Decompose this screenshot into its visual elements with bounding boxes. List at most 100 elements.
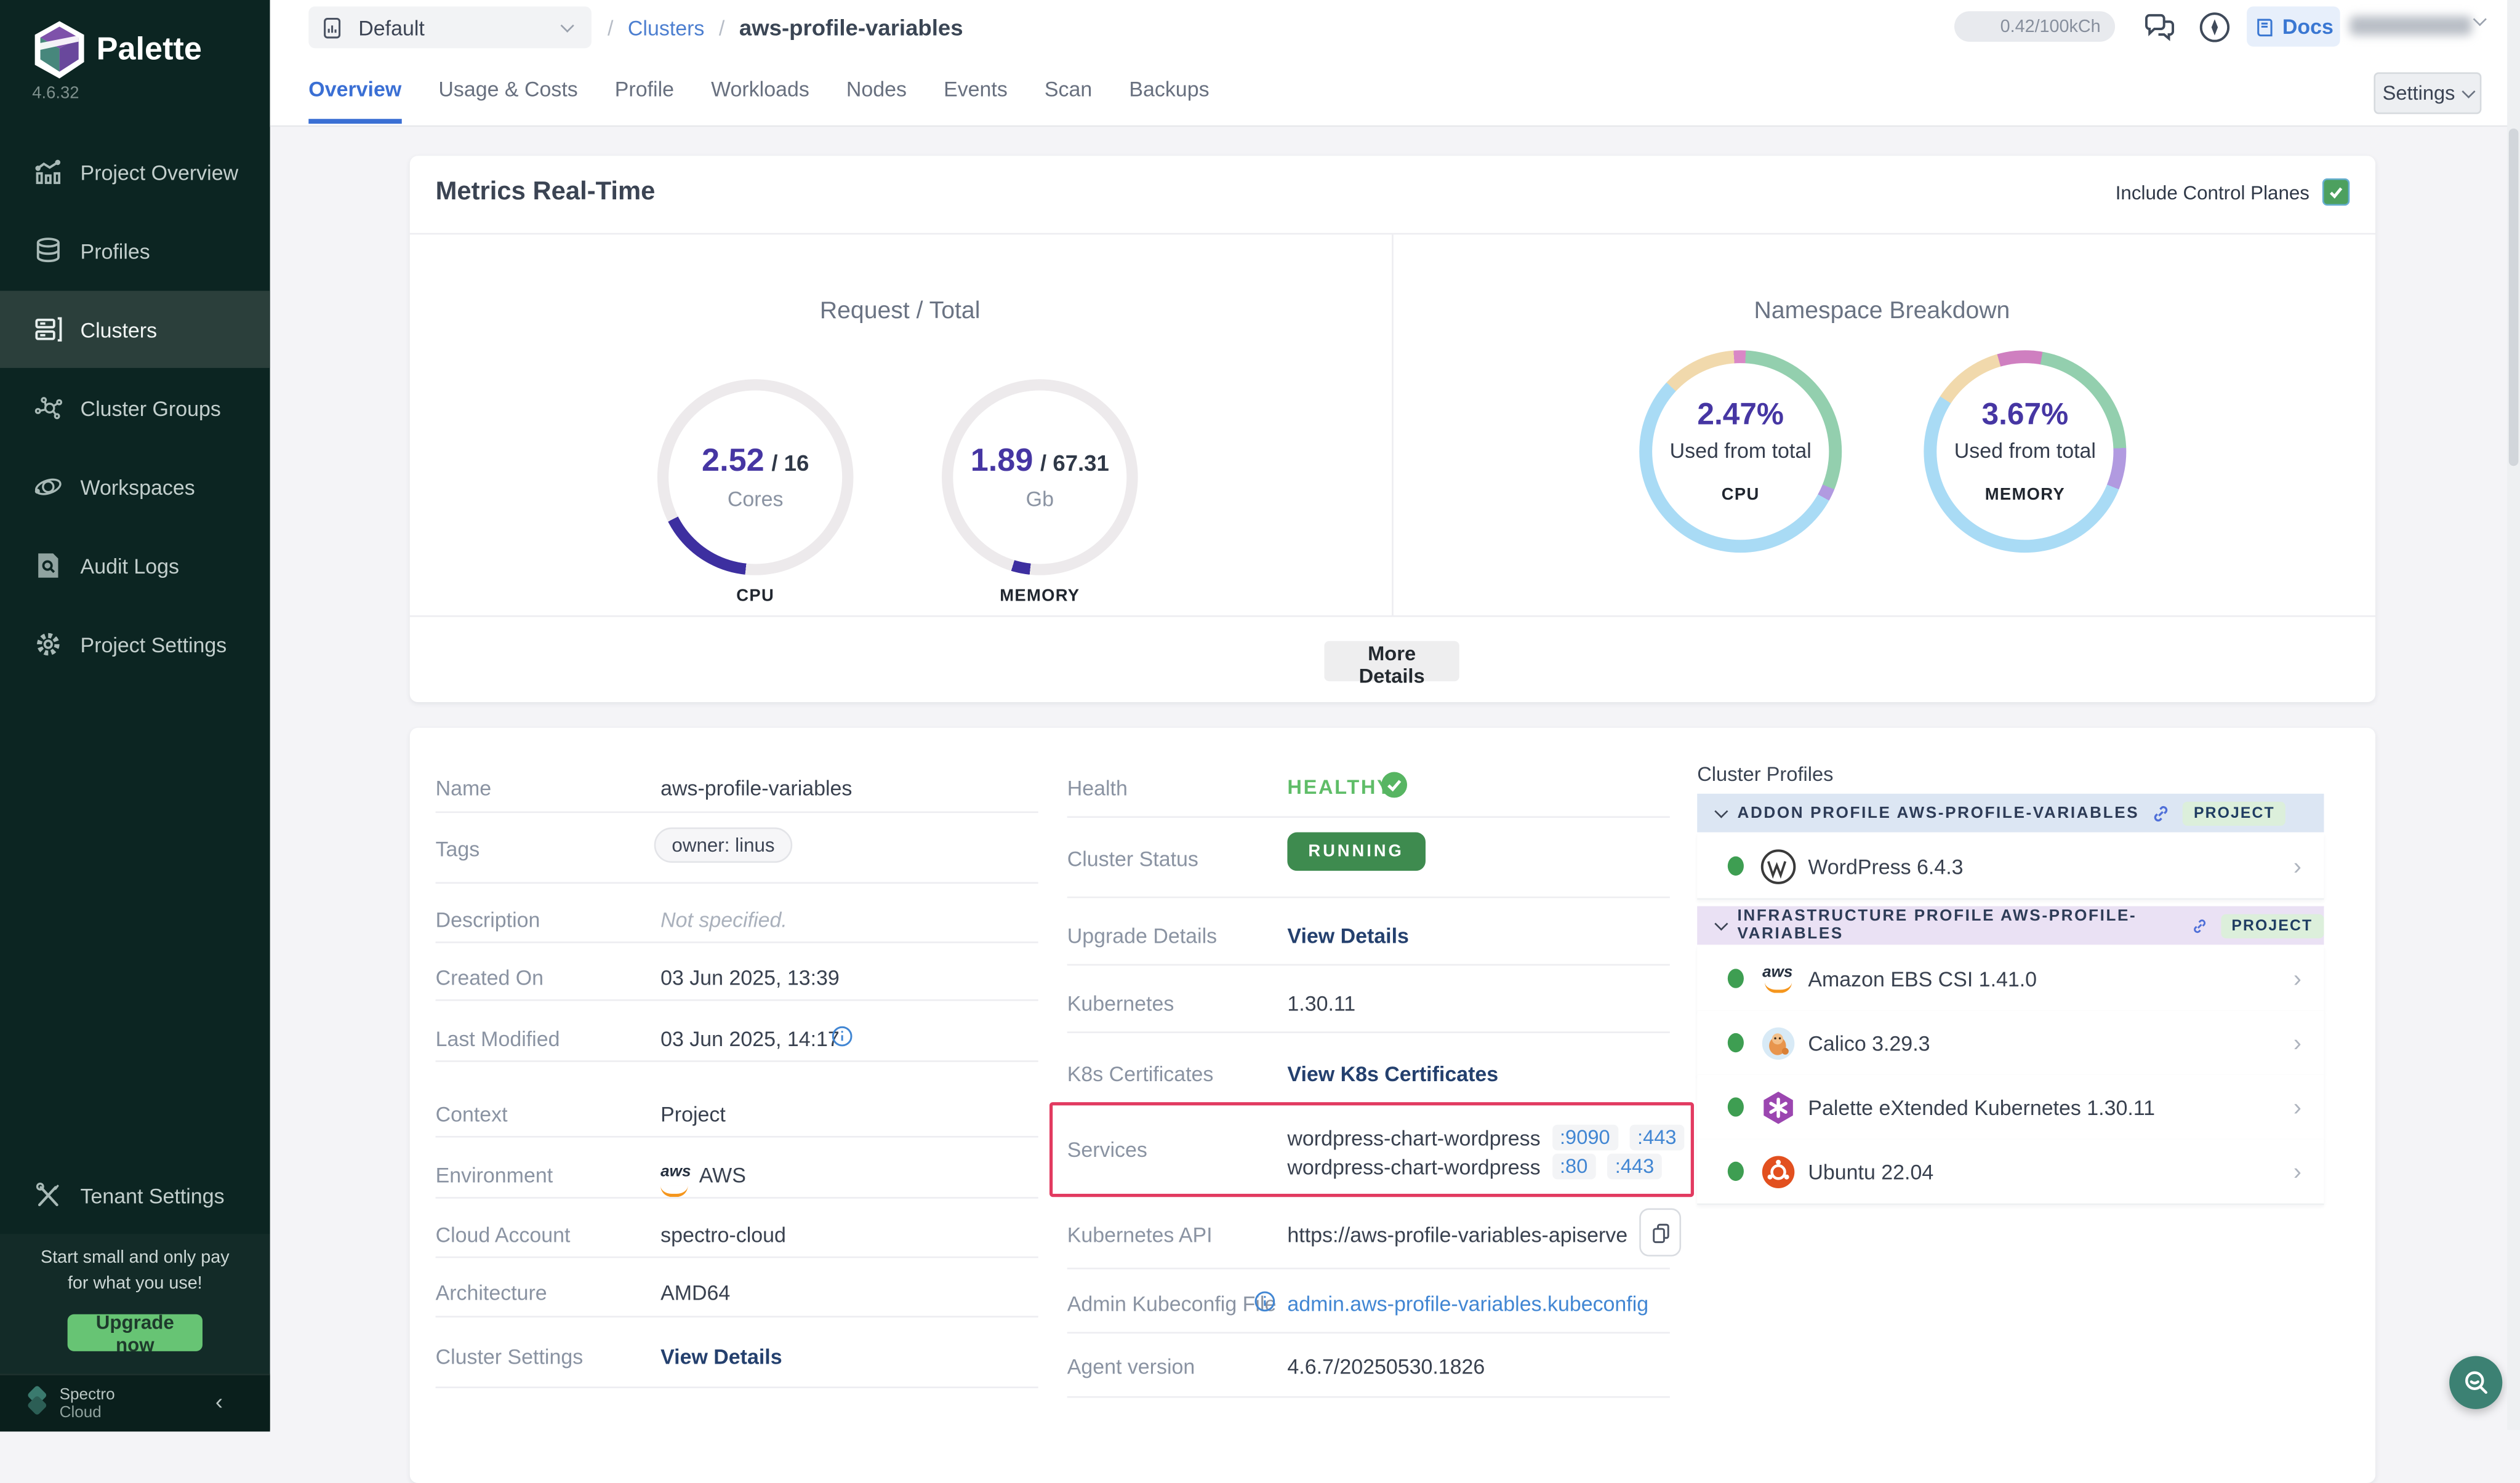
sidebar-item-profiles[interactable]: Profiles: [0, 212, 270, 289]
info-icon[interactable]: [831, 1025, 854, 1056]
breadcrumb-clusters-link[interactable]: Clusters: [628, 15, 705, 39]
upgrade-now-button[interactable]: Upgrade now: [68, 1314, 203, 1351]
layers-icon: [29, 231, 68, 270]
chevron-right-icon: ›: [2293, 1093, 2301, 1121]
last-modified-label: Last Modified: [436, 1026, 560, 1050]
health-value: HEALTHY: [1287, 776, 1392, 799]
admin-kubeconfig-label: Admin Kubeconfig File: [1067, 1292, 1277, 1316]
metrics-card: Metrics Real-Time Include Control Planes…: [410, 156, 2375, 702]
sidebar-item-audit-logs[interactable]: Audit Logs: [0, 527, 270, 604]
cluster-settings-link[interactable]: View Details: [660, 1345, 782, 1369]
kubernetes-label: Kubernetes: [1067, 991, 1174, 1015]
tab-overview[interactable]: Overview: [308, 77, 401, 124]
user-name-redacted[interactable]: [2349, 16, 2471, 35]
cluster-status-label: Cluster Status: [1067, 847, 1198, 871]
namespace-memory-donut: 3.67% Used from total MEMORY: [1924, 350, 2126, 553]
addon-profile-header[interactable]: ADDON PROFILE AWS-PROFILE-VARIABLES PROJ…: [1697, 794, 2324, 833]
help-search-button[interactable]: [2449, 1356, 2502, 1409]
status-dot: [1728, 1033, 1744, 1052]
servers-icon: [29, 310, 68, 349]
profile-item-wordpress[interactable]: WordPress 6.4.3 ›: [1697, 834, 2324, 900]
info-icon[interactable]: [1254, 1290, 1277, 1321]
status-dot: [1728, 1162, 1744, 1181]
services-label: Services: [1067, 1138, 1147, 1162]
profile-item-calico[interactable]: Calico 3.29.3 ›: [1697, 1010, 2324, 1076]
service-port-link[interactable]: :443: [1629, 1125, 1685, 1151]
cpu-gauge-label: CPU: [657, 586, 854, 606]
sidebar: Palette 4.6.32 Project Overview Profiles: [0, 0, 270, 1430]
include-control-planes-checkbox[interactable]: [2322, 178, 2349, 206]
memory-gauge: 1.89 / 67.31 Gb: [942, 379, 1138, 575]
cpu-gauge: 2.52 / 16 Cores: [657, 379, 854, 575]
last-modified-value: 03 Jun 2025, 14:17: [660, 1026, 840, 1050]
service-row: wordpress-chart-wordpress :80 :443: [1287, 1154, 1662, 1180]
tab-scan[interactable]: Scan: [1045, 77, 1092, 124]
created-on-value: 03 Jun 2025, 13:39: [660, 965, 840, 989]
copy-icon[interactable]: [1639, 1208, 1681, 1256]
project-badge: PROJECT: [2183, 801, 2286, 825]
tab-usage-costs[interactable]: Usage & Costs: [438, 77, 577, 124]
app-version: 4.6.32: [32, 84, 79, 103]
k8s-certificates-link[interactable]: View K8s Certificates: [1287, 1062, 1498, 1086]
admin-kubeconfig-link[interactable]: admin.aws-profile-variables.kubeconfig: [1287, 1292, 1648, 1316]
chevron-down-icon: [1714, 916, 1728, 930]
metrics-title: Metrics Real-Time: [436, 178, 656, 207]
profile-item-ubuntu[interactable]: Ubuntu 22.04 ›: [1697, 1139, 2324, 1205]
chevron-right-icon: ›: [2293, 1157, 2301, 1185]
footer-brand-top: Spectro: [60, 1386, 115, 1404]
project-selector[interactable]: Default: [308, 6, 592, 48]
service-port-link[interactable]: :443: [1607, 1154, 1663, 1180]
sidebar-item-workspaces[interactable]: Workspaces: [0, 448, 270, 525]
service-port-link[interactable]: :9090: [1552, 1125, 1618, 1151]
network-icon: [29, 389, 68, 428]
service-port-link[interactable]: :80: [1552, 1154, 1596, 1180]
cluster-status-badge: RUNNING: [1287, 832, 1424, 871]
tab-workloads[interactable]: Workloads: [711, 77, 809, 124]
tag-pill: owner: linus: [654, 828, 793, 863]
more-details-button[interactable]: More Details: [1324, 641, 1459, 681]
user-menu-chevron-icon[interactable]: [2473, 12, 2487, 26]
palette-logo-icon: [32, 19, 87, 80]
status-dot: [1728, 969, 1744, 988]
cluster-details-card: Name aws-profile-variables Tags owner: l…: [410, 728, 2375, 1483]
chevron-right-icon: ›: [2293, 852, 2301, 879]
scrollbar-thumb[interactable]: [2509, 129, 2519, 466]
feedback-chat-icon[interactable]: [2141, 8, 2180, 47]
architecture-value: AMD64: [660, 1281, 730, 1305]
sidebar-item-tenant-settings[interactable]: Tenant Settings: [0, 1157, 270, 1234]
tab-backups[interactable]: Backups: [1129, 77, 1209, 124]
sidebar-item-project-settings[interactable]: Project Settings: [0, 606, 270, 682]
settings-button[interactable]: Settings: [2374, 72, 2481, 114]
chevron-down-icon: [1714, 804, 1728, 817]
sidebar-item-clusters[interactable]: Clusters: [0, 291, 270, 368]
infrastructure-profile-header[interactable]: INFRASTRUCTURE PROFILE AWS-PROFILE-VARIA…: [1697, 906, 2324, 945]
service-row: wordpress-chart-wordpress :9090 :443: [1287, 1125, 1684, 1151]
created-on-label: Created On: [436, 965, 544, 989]
profile-item-palette-extended-kubernetes[interactable]: Palette eXtended Kubernetes 1.30.11 ›: [1697, 1075, 2324, 1141]
docs-button[interactable]: Docs: [2247, 6, 2340, 46]
sidebar-item-project-overview[interactable]: Project Overview: [0, 134, 270, 210]
chevron-right-icon: ›: [2293, 1029, 2301, 1056]
project-badge: PROJECT: [2220, 913, 2324, 937]
description-value: Not specified.: [660, 908, 787, 932]
architecture-label: Architecture: [436, 1281, 547, 1305]
chevron-down-icon: [561, 18, 574, 31]
top-header: Default / Clusters / aws-profile-variabl…: [270, 0, 2520, 127]
tab-events[interactable]: Events: [944, 77, 1008, 124]
footer-brand-bottom: Cloud: [60, 1404, 102, 1422]
tags-label: Tags: [436, 837, 480, 861]
profile-item-amazon-ebs-csi[interactable]: aws Amazon EBS CSI 1.41.0 ›: [1697, 946, 2324, 1012]
breadcrumb-current: aws-profile-variables: [739, 14, 963, 40]
sidebar-collapse-icon[interactable]: ‹: [215, 1388, 223, 1414]
promo-line1: Start small and only pay: [0, 1247, 270, 1271]
healthy-check-icon: [1381, 771, 1408, 806]
cloud-account-value: spectro-cloud: [660, 1223, 786, 1247]
tab-nodes[interactable]: Nodes: [846, 77, 907, 124]
upgrade-details-link[interactable]: View Details: [1287, 924, 1408, 948]
explore-compass-icon[interactable]: [2196, 8, 2234, 47]
cluster-tabs: Overview Usage & Costs Profile Workloads…: [308, 77, 1246, 124]
orbit-icon: [29, 468, 68, 506]
project-icon: [321, 15, 345, 39]
tab-profile[interactable]: Profile: [615, 77, 674, 124]
sidebar-item-cluster-groups[interactable]: Cluster Groups: [0, 370, 270, 447]
